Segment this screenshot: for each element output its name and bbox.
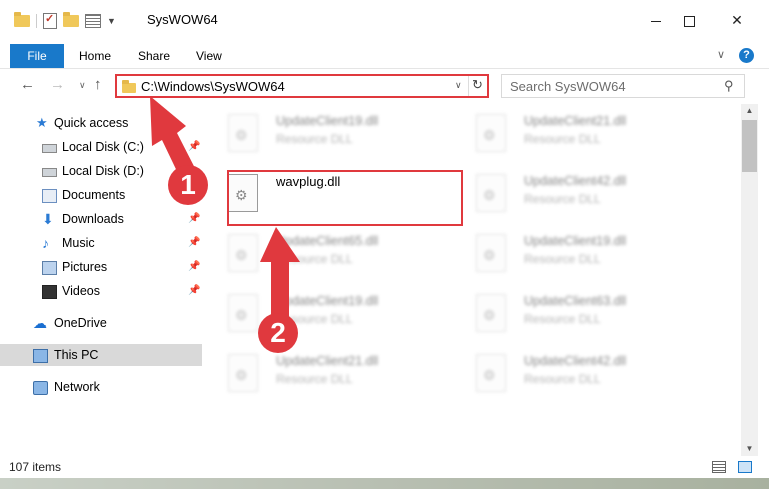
- arrow-2: [260, 227, 300, 322]
- step-2-badge: 2: [258, 313, 298, 353]
- file-explorer-window: ▼ SysWOW64 ✕ File Home Share View ∨ ? ← …: [0, 0, 769, 489]
- annotation-arrows: [150, 96, 300, 322]
- step-1-badge: 1: [168, 165, 208, 205]
